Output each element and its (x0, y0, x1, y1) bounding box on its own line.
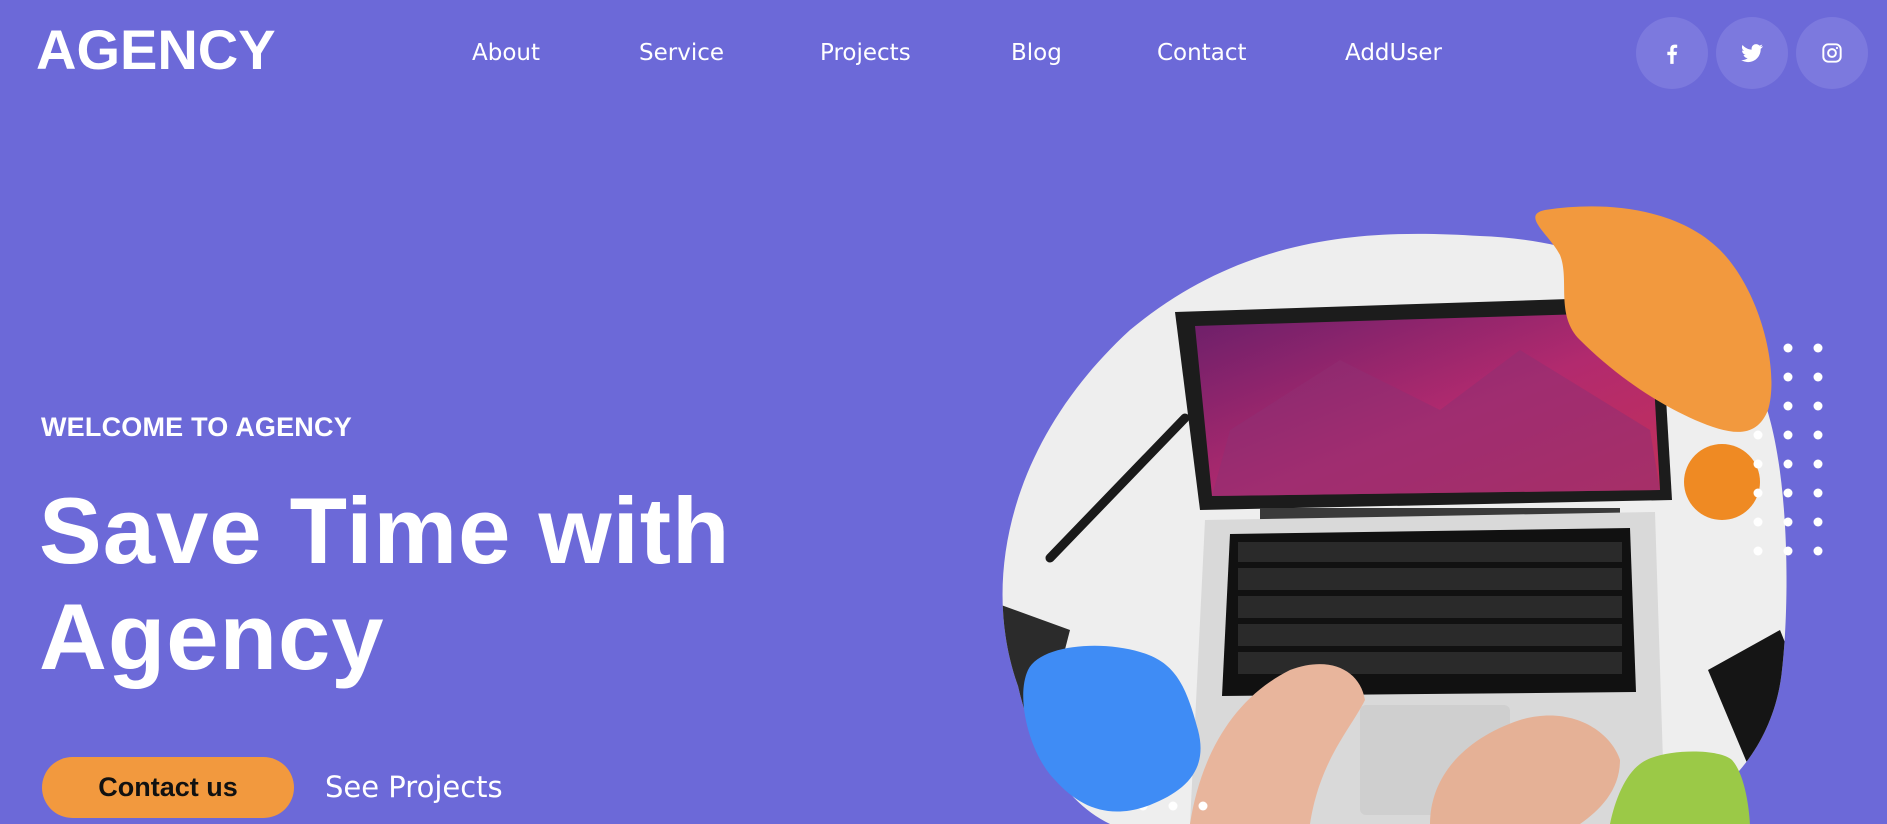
hero-eyebrow: WELCOME TO AGENCY (41, 412, 352, 442)
twitter-icon (1741, 44, 1763, 63)
hero-illustration (1002, 206, 1823, 824)
nav-blog[interactable]: Blog (1011, 40, 1062, 68)
see-projects-link[interactable]: See Projects (325, 770, 503, 804)
nav-service[interactable]: Service (639, 40, 724, 68)
contact-us-button[interactable]: Contact us (42, 757, 294, 818)
facebook-icon (1667, 44, 1678, 64)
hero-headline: Save Time with Agency (39, 478, 799, 690)
facebook-button[interactable] (1636, 17, 1708, 89)
instagram-button[interactable] (1796, 17, 1868, 89)
nav-adduser[interactable]: AddUser (1345, 40, 1442, 68)
twitter-button[interactable] (1716, 17, 1788, 89)
headline-line-1: Save Time with (39, 478, 731, 583)
nav-projects[interactable]: Projects (820, 40, 911, 68)
instagram-icon (1822, 43, 1842, 63)
nav-about[interactable]: About (472, 40, 540, 68)
headline-line-2: Agency (39, 584, 385, 689)
nav-contact[interactable]: Contact (1157, 40, 1246, 68)
main-nav: About Service Projects Blog Contact AddU… (0, 0, 1887, 110)
